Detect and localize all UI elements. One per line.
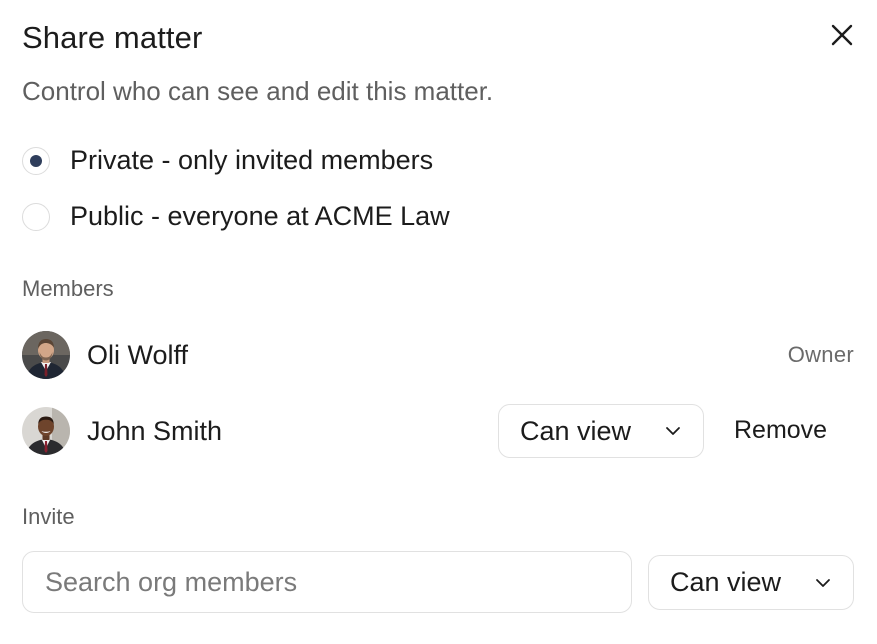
chevron-down-icon [815, 578, 831, 588]
member-name: John Smith [87, 415, 223, 446]
member-row: Oli Wolff Owner [22, 330, 854, 380]
dialog-title: Share matter [22, 20, 203, 55]
remove-member-button[interactable]: Remove [734, 416, 827, 445]
visibility-option-public[interactable]: Public - everyone at ACME Law [22, 201, 450, 232]
members-section-label: Members [22, 276, 114, 301]
radio-selected-dot [30, 154, 42, 167]
radio-label-public: Public - everyone at ACME Law [70, 201, 450, 231]
owner-role-label: Owner [787, 342, 854, 367]
invite-permission-select[interactable]: Can view [648, 555, 854, 610]
member-permission-value: Can view [520, 415, 632, 446]
member-permission-select[interactable]: Can view [498, 404, 704, 458]
radio-label-private: Private - only invited members [70, 145, 434, 175]
radio-private[interactable] [22, 146, 50, 175]
avatar [22, 407, 70, 455]
visibility-option-private[interactable]: Private - only invited members [22, 145, 433, 176]
chevron-down-icon [665, 426, 681, 436]
radio-public[interactable] [22, 202, 50, 231]
avatar [22, 331, 70, 379]
member-name: Oli Wolff [87, 339, 189, 370]
close-button[interactable] [826, 19, 858, 51]
invite-permission-value: Can view [670, 567, 782, 597]
search-members-input[interactable] [22, 551, 632, 613]
dialog-subtitle: Control who can see and edit this matter… [22, 76, 494, 106]
close-icon [831, 24, 853, 46]
member-row: John Smith Can view Remove [22, 404, 854, 458]
invite-section-label: Invite [22, 504, 75, 529]
share-matter-dialog: Share matter Control who can see and edi… [0, 0, 877, 644]
